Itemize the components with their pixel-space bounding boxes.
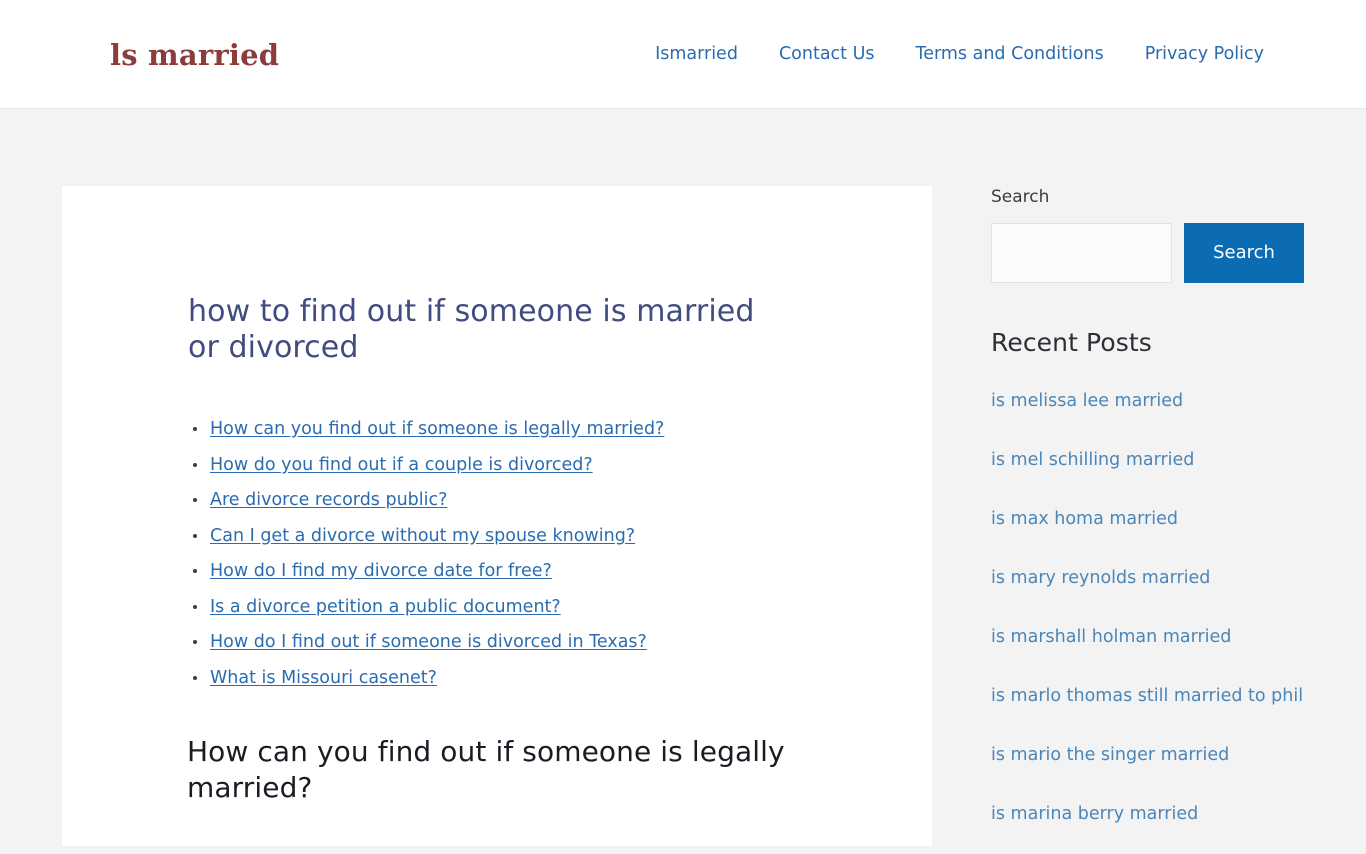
list-item: is mary reynolds married (991, 559, 1304, 597)
list-item: Is a divorce petition a public document? (188, 598, 876, 616)
list-item: How do I find out if someone is divorced… (188, 633, 876, 651)
recent-post-link[interactable]: is mary reynolds married (991, 568, 1210, 588)
list-item: How can you find out if someone is legal… (188, 420, 876, 438)
main-navigation: Ismarried Contact Us Terms and Condition… (655, 41, 1264, 68)
sidebar: Search Search Recent Posts is melissa le… (991, 186, 1304, 854)
site-logo[interactable]: ls married (110, 36, 279, 74)
search-input[interactable] (991, 223, 1172, 283)
recent-posts-title: Recent Posts (991, 328, 1152, 357)
section-heading: How can you find out if someone is legal… (187, 734, 785, 804)
toc-link[interactable]: How can you find out if someone is legal… (210, 419, 664, 439)
article-content: how to find out if someone is married or… (62, 186, 932, 846)
list-item: What is Missouri casenet? (188, 669, 876, 687)
list-item: How do you find out if a couple is divor… (188, 456, 876, 474)
list-item: is marina berry married (991, 795, 1304, 833)
list-item: is max homa married (991, 500, 1304, 538)
list-item: How do I find my divorce date for free? (188, 562, 876, 580)
recent-post-link[interactable]: is marlo thomas still married to phil (991, 686, 1303, 706)
list-item: is melissa lee married (991, 382, 1304, 420)
list-item: Can I get a divorce without my spouse kn… (188, 527, 876, 545)
list-item: Are divorce records public? (188, 491, 876, 509)
list-item: is marlo thomas still married to phil (991, 677, 1304, 715)
recent-posts-list: is melissa lee married is mel schilling … (991, 382, 1304, 833)
toc-link[interactable]: Can I get a divorce without my spouse kn… (210, 526, 635, 546)
toc-link[interactable]: How do I find my divorce date for free? (210, 561, 552, 581)
nav-item-privacy-policy[interactable]: Privacy Policy (1145, 41, 1264, 68)
nav-item-terms-and-conditions[interactable]: Terms and Conditions (916, 41, 1104, 68)
list-item: is mario the singer married (991, 736, 1304, 774)
recent-post-link[interactable]: is melissa lee married (991, 391, 1183, 411)
recent-post-link[interactable]: is marshall holman married (991, 627, 1231, 647)
site-header: ls married Ismarried Contact Us Terms an… (0, 0, 1366, 109)
search-widget: Search Search (991, 186, 1304, 283)
toc-link[interactable]: What is Missouri casenet? (210, 668, 437, 688)
recent-post-link[interactable]: is max homa married (991, 509, 1178, 529)
toc-link[interactable]: Is a divorce petition a public document? (210, 597, 561, 617)
search-row: Search (991, 223, 1304, 283)
recent-posts-widget: Recent Posts is melissa lee married is m… (991, 328, 1304, 833)
recent-post-link[interactable]: is mario the singer married (991, 745, 1229, 765)
nav-item-ismarried[interactable]: Ismarried (655, 41, 738, 68)
toc-link[interactable]: Are divorce records public? (210, 490, 447, 510)
toc-link[interactable]: How do I find out if someone is divorced… (210, 632, 647, 652)
list-item: is marshall holman married (991, 618, 1304, 656)
nav-item-contact-us[interactable]: Contact Us (779, 41, 875, 68)
recent-post-link[interactable]: is marina berry married (991, 804, 1198, 824)
list-item: is mel schilling married (991, 441, 1304, 479)
page-title: how to find out if someone is married or… (188, 294, 755, 365)
toc-link[interactable]: How do you find out if a couple is divor… (210, 455, 593, 475)
recent-post-link[interactable]: is mel schilling married (991, 450, 1194, 470)
search-button[interactable]: Search (1184, 223, 1304, 283)
search-label: Search (991, 187, 1050, 207)
table-of-contents: How can you find out if someone is legal… (188, 420, 876, 687)
page-body: how to find out if someone is married or… (0, 109, 1366, 846)
